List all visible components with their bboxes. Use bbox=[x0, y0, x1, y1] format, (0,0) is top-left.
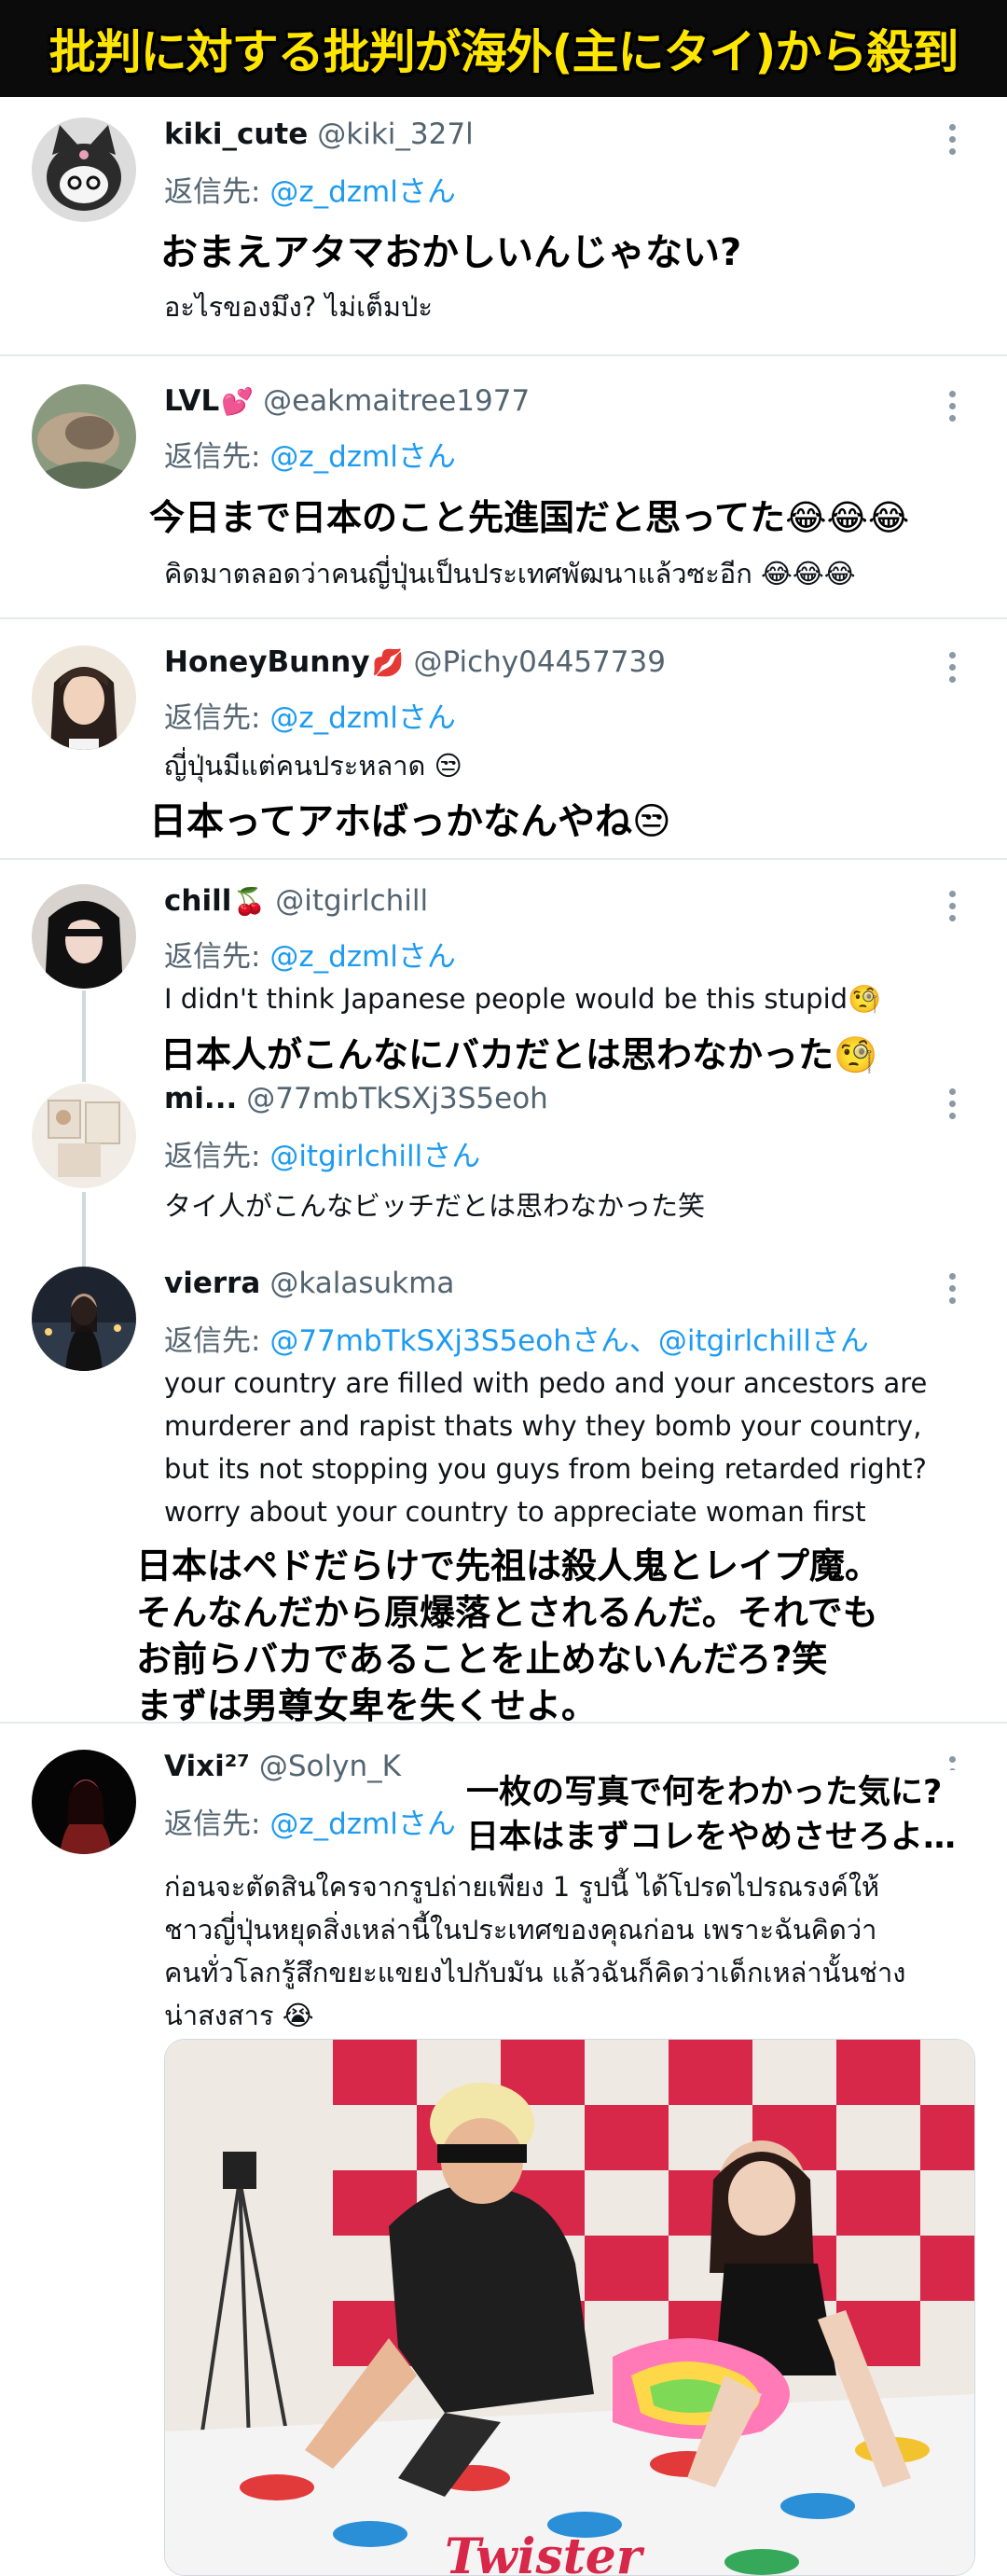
avatar[interactable] bbox=[32, 1750, 136, 1854]
author-line: chill🍒 @itgirlchill bbox=[164, 884, 428, 918]
divider bbox=[0, 858, 1007, 860]
avatar[interactable] bbox=[32, 1267, 136, 1371]
tweet-text-line: but its not stopping you guys from being… bbox=[164, 1453, 927, 1485]
avatar[interactable] bbox=[32, 884, 136, 989]
name-emoji: 💕 bbox=[221, 386, 255, 417]
tweet-text-line: your country are filled with pedo and yo… bbox=[164, 1367, 928, 1399]
more-vertical-icon[interactable] bbox=[938, 644, 966, 690]
banner-title: 批判に対する批判が海外(主にタイ)から殺到 bbox=[48, 25, 959, 79]
japanese-caption: 今日まで日本のこと先進国だと思ってた😂😂😂 bbox=[149, 497, 910, 538]
author-line: HoneyBunny💋 @Pichy04457739 bbox=[164, 645, 666, 679]
author-line: vierra @kalasukma bbox=[164, 1267, 454, 1300]
japanese-caption: 日本人がこんなにバカだとは思わなかった🧐 bbox=[160, 1034, 878, 1075]
reply-mention-link[interactable]: @z_dzmlさん bbox=[269, 175, 456, 209]
reply-to-line: 返信先: @itgirlchillさん bbox=[164, 1132, 480, 1174]
tweet-text-line: น่าสงสาร 😭 bbox=[164, 2000, 314, 2031]
divider bbox=[0, 354, 1007, 356]
reply-to-line: 返信先: @z_dzmlさん bbox=[164, 168, 456, 210]
display-name[interactable]: HoneyBunny bbox=[164, 645, 370, 679]
japanese-caption-line: まずは男尊女卑を失くせよ。 bbox=[136, 1685, 598, 1726]
name-emoji: 🍒 bbox=[233, 886, 267, 917]
thread-line bbox=[82, 1192, 86, 1267]
display-name[interactable]: vierra bbox=[164, 1267, 260, 1300]
name-emoji: 💋 bbox=[371, 647, 405, 678]
user-handle[interactable]: @kalasukma bbox=[269, 1267, 454, 1300]
reply-prefix: 返信先: bbox=[164, 440, 270, 474]
user-handle[interactable]: @kiki_327l bbox=[317, 118, 473, 151]
tweet-text-line: ชาวญี่ปุ่นหยุดสิ่งเหล่านี้ในประเทศของคุณ… bbox=[164, 1914, 877, 1946]
reply-prefix: 返信先: bbox=[164, 940, 270, 974]
more-vertical-icon[interactable] bbox=[938, 1265, 966, 1311]
user-handle[interactable]: @itgirlchill bbox=[275, 884, 428, 918]
avatar[interactable] bbox=[32, 384, 136, 489]
japanese-note: 一枚の写真で何をわかった気に? 日本はまずコレをやめさせろよ… bbox=[466, 1770, 988, 1860]
japanese-caption: 日本ってアホばっかなんやね😒 bbox=[149, 800, 671, 843]
reply-prefix: 返信先: bbox=[164, 1324, 270, 1358]
title-banner: 批判に対する批判が海外(主にタイ)から殺到 bbox=[0, 0, 1007, 97]
display-name[interactable]: Vixi²⁷ bbox=[164, 1750, 250, 1783]
reply-prefix: 返信先: bbox=[164, 1807, 270, 1841]
more-vertical-icon[interactable] bbox=[938, 116, 966, 162]
author-line: mi... @77mbTkSXj3S5eoh bbox=[164, 1082, 548, 1115]
reply-to-line: 返信先: @77mbTkSXj3S5eohさん、@itgirlchillさん bbox=[164, 1317, 869, 1359]
display-name[interactable]: kiki_cute bbox=[164, 118, 308, 151]
note-line: 一枚の写真で何をわかった気に? bbox=[466, 1774, 943, 1811]
author-line: LVL💕 @eakmaitree1977 bbox=[164, 384, 530, 418]
reply-mention-link[interactable]: @z_dzmlさん bbox=[269, 940, 456, 974]
avatar[interactable] bbox=[32, 645, 136, 750]
reply-mention-link[interactable]: @z_dzmlさん bbox=[269, 701, 456, 735]
reply-mention-link[interactable]: @z_dzmlさん bbox=[269, 440, 456, 474]
display-name[interactable]: mi... bbox=[164, 1082, 237, 1115]
reply-prefix: 返信先: bbox=[164, 175, 270, 209]
reply-prefix: 返信先: bbox=[164, 1140, 270, 1173]
reply-to-line: 返信先: @z_dzmlさん bbox=[164, 433, 456, 475]
reply-mention-link[interactable]: @77mbTkSXj3S5eohさん、@itgirlchillさん bbox=[269, 1324, 869, 1358]
display-name[interactable]: LVL bbox=[164, 384, 219, 418]
reply-prefix: 返信先: bbox=[164, 701, 270, 735]
user-handle[interactable]: @Pichy04457739 bbox=[413, 645, 665, 679]
author-line: kiki_cute @kiki_327l bbox=[164, 118, 474, 151]
tweet-text-line: murderer and rapist thats why they bomb … bbox=[164, 1410, 922, 1442]
display-name[interactable]: chill bbox=[164, 884, 231, 918]
japanese-caption-line: そんなんだから原爆落とされるんだ。それでも bbox=[136, 1592, 878, 1633]
tweet-text: ญี่ปุ่นมีแต่คนประหลาด 😒 bbox=[164, 750, 462, 782]
reply-to-line: 返信先: @z_dzmlさん bbox=[164, 933, 456, 975]
divider bbox=[0, 1722, 1007, 1724]
author-line: Vixi²⁷ @Solyn_K bbox=[164, 1750, 401, 1783]
reply-to-line: 返信先: @z_dzmlさん bbox=[164, 694, 456, 736]
tweet-text: I didn't think Japanese people would be … bbox=[164, 983, 882, 1015]
reply-to-line: 返信先: @z_dzmlさん bbox=[164, 1800, 456, 1842]
avatar[interactable] bbox=[32, 1084, 136, 1188]
more-vertical-icon[interactable] bbox=[938, 1080, 966, 1127]
more-vertical-icon[interactable] bbox=[938, 382, 966, 429]
reply-mention-link[interactable]: @itgirlchillさん bbox=[269, 1140, 480, 1173]
user-handle[interactable]: @Solyn_K bbox=[259, 1750, 401, 1783]
japanese-caption-line: 日本はペドだらけで先祖は殺人鬼とレイプ魔。 bbox=[136, 1545, 881, 1586]
note-line: 日本はまずコレをやめさせろよ… bbox=[466, 1819, 957, 1856]
tweet-text-line: worry about your country to appreciate w… bbox=[164, 1496, 866, 1528]
japanese-caption-line: お前らバカであることを止めないんだろ?笑 bbox=[136, 1639, 828, 1680]
tweet-text-line: คนทั่วโลกรู้สึกขยะแขยงไปกับมัน แล้วฉันก็… bbox=[164, 1957, 906, 1988]
tweet-text: タイ人がこんなビッチだとは思わなかった笑 bbox=[164, 1190, 706, 1222]
reply-mention-link[interactable]: @z_dzmlさん bbox=[269, 1807, 456, 1841]
divider bbox=[0, 617, 1007, 619]
tweet-text-line: ก่อนจะตัดสินใครจากรูปถ่ายเพียง 1 รูปนี้ … bbox=[164, 1871, 880, 1903]
japanese-caption: おまえアタマおかしいんじゃない? bbox=[160, 231, 742, 274]
avatar[interactable] bbox=[32, 118, 136, 222]
mat-brand-text: Twister bbox=[445, 2528, 645, 2575]
user-handle[interactable]: @77mbTkSXj3S5eoh bbox=[246, 1082, 548, 1115]
thread-line bbox=[82, 990, 86, 1082]
tweet-text: คิดมาตลอดว่าคนญี่ปุ่นเป็นประเทศพัฒนาแล้ว… bbox=[164, 558, 856, 589]
tweet-photo[interactable]: Twister bbox=[164, 2039, 975, 2576]
user-handle[interactable]: @eakmaitree1977 bbox=[263, 384, 530, 418]
more-vertical-icon[interactable] bbox=[938, 882, 966, 929]
tweet-text: อะไรของมึง? ไม่เต็มป่ะ bbox=[164, 291, 433, 323]
